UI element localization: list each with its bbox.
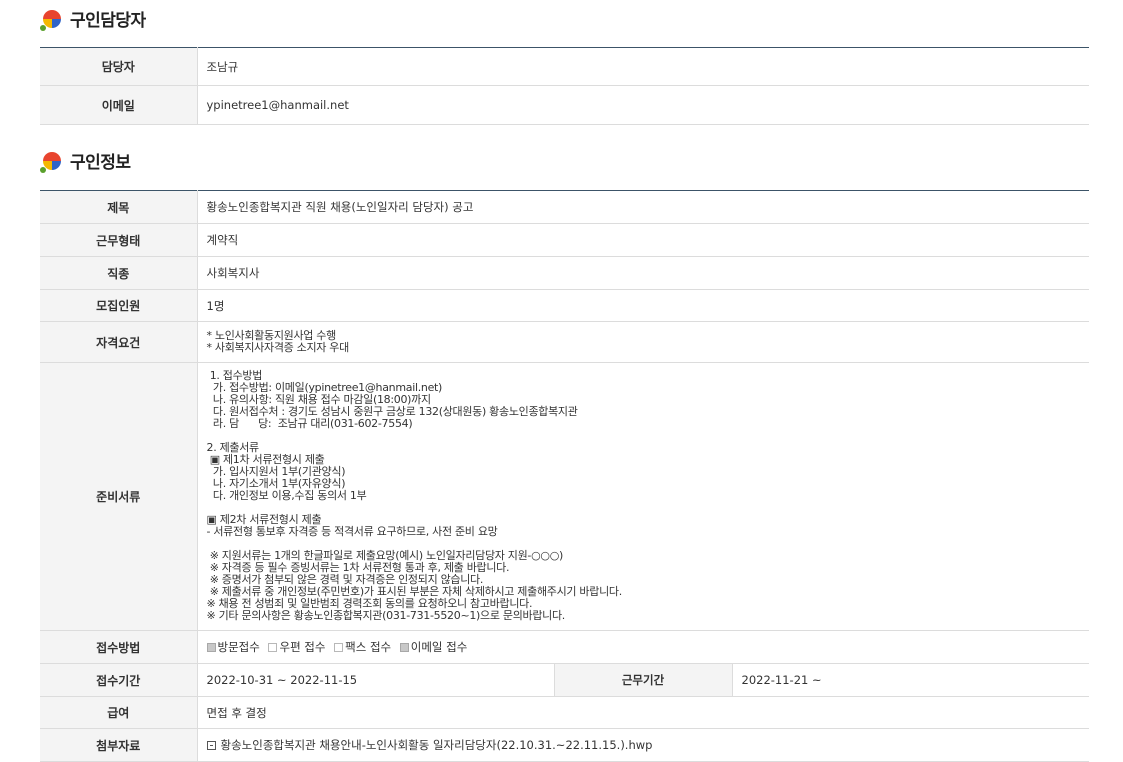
work-period-label: 근무기간 [553,663,733,697]
table-row: 제목 황송노인종합복지관 직원 채용(노인일자리 담당자) 공고 [40,190,1089,224]
apply-period-value: 2022-10-31 ~ 2022-11-15 [197,663,554,697]
apply-option-label: 팩스 접수 [345,640,392,654]
contact-name-value: 조남규 [197,47,1089,86]
table-row: 근무형태 계약직 [40,223,1089,257]
apply-period-label: 접수기간 [40,663,198,697]
checkbox-icon [268,642,278,652]
documents-line: 2. 제출서류 [206,441,260,454]
apply-option-label: 우편 접수 [279,640,326,654]
occupation-value: 사회복지사 [197,256,1089,290]
occupation-label: 직종 [40,256,198,290]
apply-option-label: 이메일 접수 [410,640,468,654]
documents-label: 준비서류 [40,362,198,631]
work-type-value: 계약직 [197,223,1089,257]
documents-line: ※ 기타 문의사항은 황송노인종합복지관(031-731-5520~1)으로 문… [206,609,566,622]
attachment-label: 첨부자료 [40,728,198,762]
table-row: 급여 면접 후 결정 [40,696,1089,729]
table-row: 담당자 조남규 [40,47,1089,86]
table-row: 준비서류 1. 접수방법 가. 접수방법: 이메일(ypinetree1@han… [40,362,1090,631]
qualifications-value: * 노인사회활동지원사업 수행 * 사회복지사자격증 소지자 우대 [197,321,1089,363]
job-title-label: 제목 [40,190,198,224]
table-row: 첨부자료 황송노인종합복지관 채용안내-노인사회활동 일자리담당자(22.10.… [40,728,1089,762]
colorful-circle-icon [40,8,66,31]
attachment-cell: 황송노인종합복지관 채용안내-노인사회활동 일자리담당자(22.10.31.~2… [197,728,1089,762]
apply-option-mail: 우편 접수 [268,639,325,655]
job-table: 제목 황송노인종합복지관 직원 채용(노인일자리 담당자) 공고 근무형태 계약… [40,190,1089,762]
work-type-label: 근무형태 [40,223,198,257]
work-period-value: 2022-11-21 ~ [732,663,1089,697]
table-row: 이메일 ypinetree1@hanmail.net [40,85,1089,125]
apply-option-label: 방문접수 [217,640,260,654]
apply-method-value: 방문접수 우편 접수 팩스 접수 이메일 접수 [197,630,1089,664]
checkbox-icon [334,642,344,652]
qualifications-line: * 사회복지사자격증 소지자 우대 [206,341,350,354]
job-title-value: 황송노인종합복지관 직원 채용(노인일자리 담당자) 공고 [197,190,1089,224]
documents-value: 1. 접수방법 가. 접수방법: 이메일(ypinetree1@hanmail.… [197,362,1090,631]
apply-method-label: 접수방법 [40,630,198,664]
documents-line: - 서류전형 통보후 자격증 등 적격서류 요구하므로, 사전 준비 요망 [206,525,498,538]
apply-option-visit: 방문접수 [206,639,260,655]
apply-option-email: 이메일 접수 [399,639,468,655]
documents-line [207,502,1090,514]
checkbox-icon [206,642,216,652]
qualifications-label: 자격요건 [40,321,198,363]
file-icon [206,741,216,750]
table-row: 접수방법 방문접수 우편 접수 팩스 접수 이메일 접수 [40,630,1089,664]
checkbox-icon [399,642,409,652]
documents-line: 다. 개인정보 이용,수집 동의서 1부 [206,489,367,502]
contact-email-value: ypinetree1@hanmail.net [197,85,1089,125]
contact-name-label: 담당자 [40,47,198,86]
table-row: 접수기간 2022-10-31 ~ 2022-11-15 근무기간 2022-1… [40,663,1089,697]
table-row: 모집인원 1명 [40,289,1089,322]
section-title-text: 구인담당자 [70,11,146,31]
openings-label: 모집인원 [40,289,198,322]
salary-label: 급여 [40,696,198,729]
table-row: 자격요건 * 노인사회활동지원사업 수행 * 사회복지사자격증 소지자 우대 [40,321,1089,363]
attachment-link[interactable]: 황송노인종합복지관 채용안내-노인사회활동 일자리담당자(22.10.31.~2… [221,738,653,752]
documents-line [207,430,1090,442]
openings-value: 1명 [197,289,1089,322]
section-title-text: 구인정보 [70,153,131,173]
colorful-circle-icon [40,150,66,173]
table-row: 직종 사회복지사 [40,256,1089,290]
section-title-contact: 구인담당자 [40,6,146,31]
apply-option-fax: 팩스 접수 [334,639,391,655]
documents-line: 라. 담 당: 조남규 대리(031-602-7554) [206,417,413,430]
salary-value: 면접 후 결정 [197,696,1089,729]
contact-email-label: 이메일 [40,85,198,125]
section-title-job: 구인정보 [40,148,131,173]
contact-table: 담당자 조남규 이메일 ypinetree1@hanmail.net [40,47,1089,125]
